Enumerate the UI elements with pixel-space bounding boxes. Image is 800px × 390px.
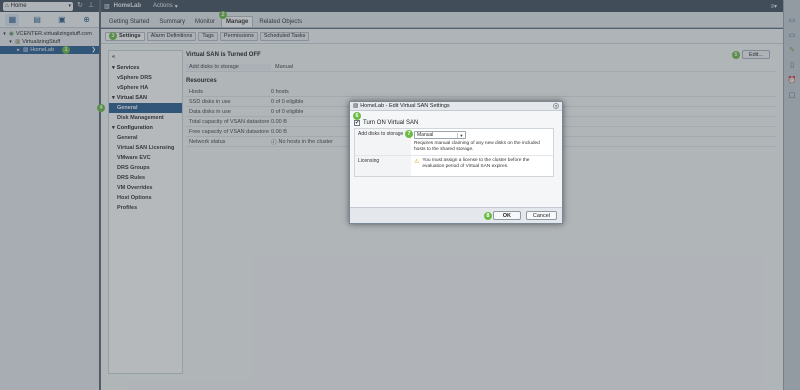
ok-label: OK — [502, 212, 511, 219]
add-disks-setting-row: Add disks to storage 7 Manual ▼ Requires… — [355, 129, 553, 156]
cluster-icon: ▧ — [353, 103, 359, 109]
select-value: Manual — [417, 132, 434, 138]
cancel-button[interactable]: Cancel — [525, 211, 557, 220]
setting-value: 7 Manual ▼ Requires manual claiming of a… — [405, 129, 553, 155]
dialog-footer: 8 OK Cancel — [350, 207, 562, 223]
turn-on-vsan-checkbox[interactable]: ✔ — [354, 119, 360, 126]
add-disks-select[interactable]: Manual ▼ — [414, 131, 466, 139]
turn-on-vsan-label: Turn ON Virtual SAN — [363, 119, 419, 126]
add-disks-description: Requires manual claiming of any new disk… — [414, 141, 540, 152]
setting-key: Licensing — [355, 156, 411, 176]
dialog-settings-table: Add disks to storage 7 Manual ▼ Requires… — [354, 128, 554, 177]
step-badge: 6 — [353, 112, 361, 120]
licensing-row: Licensing ⚠ You must assign a license to… — [355, 156, 553, 176]
dialog-titlebar[interactable]: ▧ HomeLab - Edit Virtual SAN Settings ? — [350, 102, 562, 111]
warning-icon: ⚠ — [414, 159, 420, 165]
setting-value: ⚠ You must assign a license to the clust… — [411, 156, 553, 176]
turn-on-vsan-row: ✔ Turn ON Virtual SAN — [354, 118, 560, 127]
dialog-title: HomeLab - Edit Virtual SAN Settings — [360, 103, 450, 109]
licensing-text: You must assign a license to the cluster… — [422, 158, 530, 169]
edit-vsan-settings-dialog: ▧ HomeLab - Edit Virtual SAN Settings ? … — [349, 101, 563, 224]
step-badge: 7 — [405, 130, 413, 138]
help-icon[interactable]: ? — [553, 103, 559, 109]
step-badge: 8 — [483, 212, 492, 220]
chevron-down-icon: ▼ — [457, 132, 465, 138]
dialog-body: 6 ✔ Turn ON Virtual SAN Add disks to sto… — [353, 112, 560, 177]
ok-button[interactable]: 8 OK — [483, 211, 521, 220]
setting-key: Add disks to storage — [355, 129, 411, 155]
cancel-label: Cancel — [532, 212, 550, 219]
